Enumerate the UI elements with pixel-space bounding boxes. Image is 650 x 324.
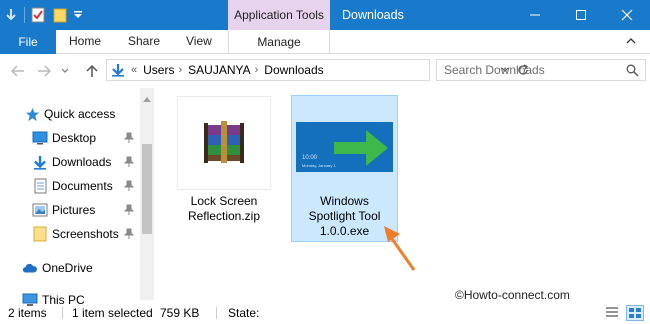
pin-icon[interactable] [123, 156, 135, 171]
scroll-up-icon[interactable] [143, 91, 151, 105]
file-name-line: Reflection.zip [187, 209, 261, 223]
tab-share[interactable]: Share [128, 30, 160, 54]
application-tools-tab[interactable]: Application Tools [228, 0, 330, 30]
status-divider [216, 307, 217, 319]
window-title: Downloads [342, 8, 404, 22]
breadcrumb-downloads[interactable]: Downloads [264, 63, 323, 77]
nav-scrollbar[interactable] [140, 88, 154, 300]
large-icons-view-icon[interactable] [626, 305, 644, 321]
file-name-line: Windows [320, 194, 369, 208]
scrollbar-thumb[interactable] [142, 144, 152, 234]
breadcrumb-saujanya[interactable]: SAUJANYA [188, 63, 250, 77]
tab-home[interactable]: Home [69, 30, 101, 54]
title-bar: Application Tools Downloads [0, 0, 650, 30]
breadcrumb-separator-icon[interactable]: › [178, 64, 182, 76]
sidebar-label: Quick access [44, 107, 116, 121]
minimize-button[interactable] [512, 0, 558, 30]
annotation-arrow-icon [380, 222, 420, 277]
back-button[interactable] [8, 60, 28, 82]
folder-icon [32, 226, 48, 242]
status-divider [62, 307, 63, 319]
navigation-pane: Quick access Desktop Downloads Documents… [0, 88, 140, 307]
file-name: Lock Screen Reflection.zip [176, 194, 272, 224]
details-view-icon[interactable] [604, 305, 622, 321]
properties-icon[interactable] [27, 0, 49, 30]
breadcrumb-users[interactable]: Users [143, 63, 174, 77]
quick-access-toolbar [0, 0, 85, 30]
sidebar-label: Downloads [52, 155, 112, 169]
thumb-date: Monday, January 1 [302, 163, 336, 168]
tab-view[interactable]: View [186, 30, 212, 54]
pin-icon[interactable] [123, 204, 135, 219]
winrar-archive-icon [177, 96, 271, 190]
download-arrow-icon [32, 154, 48, 170]
item-count: 2 items [8, 306, 47, 320]
address-bar[interactable]: « Users › SAUJANYA › Downloads [106, 59, 529, 81]
status-bar: 2 items 1 item selected 759 KB State: [0, 302, 650, 324]
file-item[interactable]: Lock Screen Reflection.zip [176, 96, 272, 223]
watermark: ©Howto-connect.com [455, 288, 570, 302]
tab-manage[interactable]: Manage [228, 30, 330, 54]
sidebar-label: Pictures [52, 203, 96, 217]
new-folder-icon[interactable] [49, 0, 71, 30]
search-input[interactable]: Search Downloads [436, 59, 646, 81]
sidebar-label: Screenshots [52, 227, 119, 241]
close-button[interactable] [604, 0, 650, 30]
customize-toolbar-icon[interactable] [71, 0, 85, 30]
spotlight-app-icon: 10:00 Monday, January 1 [296, 122, 393, 172]
recent-locations-icon[interactable] [58, 60, 72, 82]
cloud-icon [22, 260, 38, 276]
file-item-selected[interactable]: 10:00 Monday, January 1 Windows Spotligh… [291, 95, 398, 242]
search-icon [626, 64, 639, 80]
quick-access-down-icon[interactable] [0, 0, 22, 30]
address-overflow[interactable]: « [131, 64, 137, 76]
state-label: State: [228, 306, 260, 320]
pin-icon[interactable] [123, 180, 135, 195]
up-button[interactable] [82, 60, 102, 82]
address-downloads-icon [111, 63, 125, 77]
document-icon [32, 178, 48, 194]
maximize-button[interactable] [558, 0, 604, 30]
forward-button[interactable] [34, 60, 54, 82]
sidebar-label: Desktop [52, 131, 97, 145]
pin-icon[interactable] [123, 132, 135, 147]
expand-ribbon-icon[interactable] [622, 32, 640, 50]
star-icon [24, 106, 40, 122]
selection-size: 759 KB [160, 306, 200, 320]
sidebar-label: OneDrive [42, 261, 93, 275]
tab-file[interactable]: File [0, 30, 56, 54]
desktop-icon [32, 130, 48, 146]
ribbon-tabs: File Home Share View Manage [0, 30, 650, 54]
sidebar-label: Documents [52, 179, 113, 193]
thumb-time: 10:00 [302, 155, 318, 161]
address-row: « Users › SAUJANYA › Downloads Search Do… [0, 54, 650, 88]
pin-icon[interactable] [123, 228, 135, 243]
file-name-line: Lock Screen [190, 194, 258, 208]
breadcrumb-separator-icon[interactable]: › [255, 64, 259, 76]
picture-icon [32, 202, 48, 218]
selection-count: 1 item selected [72, 306, 153, 320]
